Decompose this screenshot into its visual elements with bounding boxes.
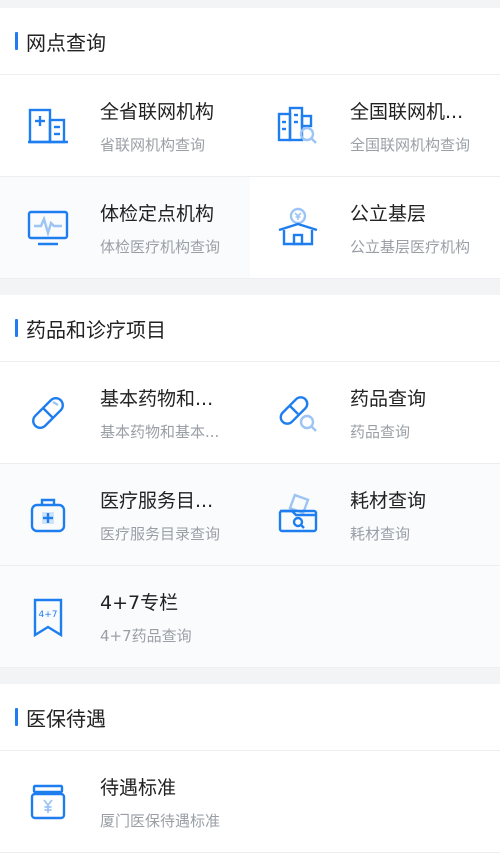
section-header: 医保待遇 — [0, 684, 500, 751]
section-divider — [0, 668, 500, 684]
yuan-building-icon — [250, 206, 350, 250]
item-subtitle: 体检医疗机构查询 — [100, 237, 221, 256]
item-subtitle: 医疗服务目录查询 — [100, 524, 221, 543]
section-accent-bar — [15, 319, 18, 337]
menu-item-provincial-network[interactable]: 全省联网机构 省联网机构查询 — [0, 75, 250, 177]
item-subtitle: 耗材查询 — [350, 524, 411, 543]
menu-item-public-primary[interactable]: 公立基层 公立基层医疗机构 — [250, 177, 500, 279]
bookmark-4plus7-icon: 4+7 — [0, 595, 100, 639]
section-title: 医保待遇 — [26, 706, 106, 731]
section-insurance-benefits: 医保待遇 待遇标准 厦门医保待遇标准 — [0, 684, 500, 853]
item-title: 医疗服务目... — [100, 489, 214, 512]
top-spacer — [0, 0, 500, 8]
menu-item-4plus7-column[interactable]: 4+7 4+7专栏 4+7药品查询 — [0, 566, 250, 668]
menu-item-medical-services[interactable]: 医疗服务目... 医疗服务目录查询 — [0, 464, 250, 566]
pill-search-icon — [250, 391, 350, 435]
section-header: 网点查询 — [0, 8, 500, 75]
menu-item-essential-drugs[interactable]: 基本药物和... 基本药物和基本... — [0, 362, 250, 464]
section-accent-bar — [15, 32, 18, 50]
item-subtitle: 公立基层医疗机构 — [350, 237, 471, 256]
yuan-box-icon — [0, 780, 100, 824]
empty-grid-cell — [250, 566, 500, 668]
item-title: 4+7专栏 — [100, 591, 179, 614]
supplies-box-icon — [250, 492, 350, 537]
menu-item-physical-exam[interactable]: 体检定点机构 体检医疗机构查询 — [0, 177, 250, 279]
heart-monitor-icon — [0, 206, 100, 250]
section-divider — [0, 279, 500, 295]
section-accent-bar — [15, 708, 18, 726]
item-subtitle: 基本药物和基本... — [100, 422, 220, 441]
section-network-query: 网点查询 全省联网机构 省联网机构查询 全国联网机... 全国联网机构查询 体检… — [0, 8, 500, 279]
pill-icon — [0, 391, 100, 435]
item-title: 药品查询 — [350, 387, 427, 410]
item-subtitle: 全国联网机构查询 — [350, 135, 471, 154]
item-subtitle: 厦门医保待遇标准 — [100, 811, 221, 830]
medical-kit-icon — [0, 493, 100, 537]
item-subtitle: 4+7药品查询 — [100, 626, 192, 645]
item-subtitle: 省联网机构查询 — [100, 135, 206, 154]
menu-item-supplies-query[interactable]: 耗材查询 耗材查询 — [250, 464, 500, 566]
item-title: 耗材查询 — [350, 489, 427, 512]
hospital-building-icon — [0, 104, 100, 148]
item-title: 基本药物和... — [100, 387, 214, 410]
item-title: 公立基层 — [350, 202, 427, 225]
bookmark-badge-text: 4+7 — [39, 610, 58, 620]
section-header: 药品和诊疗项目 — [0, 295, 500, 362]
section-title: 网点查询 — [26, 30, 106, 55]
item-subtitle: 药品查询 — [350, 422, 411, 441]
menu-item-national-network[interactable]: 全国联网机... 全国联网机构查询 — [250, 75, 500, 177]
building-search-icon — [250, 104, 350, 148]
empty-grid-cell — [250, 751, 500, 853]
menu-item-drug-query[interactable]: 药品查询 药品查询 — [250, 362, 500, 464]
item-title: 体检定点机构 — [100, 202, 215, 225]
menu-item-benefit-standards[interactable]: 待遇标准 厦门医保待遇标准 — [0, 751, 250, 853]
section-title: 药品和诊疗项目 — [26, 317, 166, 342]
item-title: 待遇标准 — [100, 776, 177, 799]
item-title: 全省联网机构 — [100, 100, 215, 123]
section-drugs-and-services: 药品和诊疗项目 基本药物和... 基本药物和基本... 药品查询 药品查询 医疗… — [0, 295, 500, 668]
item-title: 全国联网机... — [350, 100, 464, 123]
